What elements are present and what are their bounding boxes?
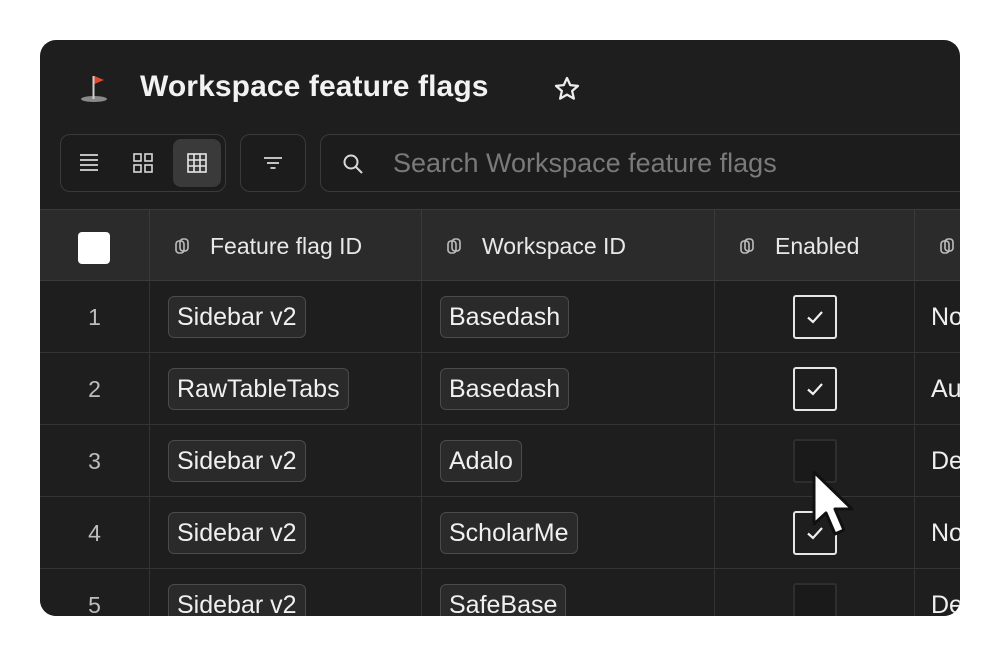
grid-icon: [133, 153, 153, 173]
feature-flag-pill[interactable]: Sidebar v2: [168, 512, 306, 554]
workspace-pill[interactable]: SafeBase: [440, 584, 567, 616]
filter-icon: [264, 157, 282, 169]
column-header-workspace-id[interactable]: Workspace ID: [422, 210, 715, 282]
row-number: 3: [40, 425, 150, 497]
feature-flag-cell[interactable]: Sidebar v2: [150, 497, 422, 569]
search-box: [320, 134, 960, 192]
toolbar: [40, 132, 960, 198]
workspace-cell[interactable]: Adalo: [422, 425, 715, 497]
feature-flag-pill[interactable]: RawTableTabs: [168, 368, 349, 410]
workspace-cell[interactable]: ScholarMe: [422, 497, 715, 569]
relation-icon: [175, 238, 189, 254]
feature-flag-cell[interactable]: Sidebar v2: [150, 281, 422, 353]
relation-icon: [447, 238, 461, 254]
search-icon: [343, 154, 363, 174]
next-value: No: [931, 302, 960, 331]
view-mode-switcher: [60, 134, 226, 192]
star-outline-icon[interactable]: [552, 74, 582, 104]
list-icon: [80, 154, 98, 171]
workspace-cell[interactable]: SafeBase: [422, 569, 715, 616]
enabled-cell[interactable]: [715, 353, 915, 425]
workspace-pill[interactable]: ScholarMe: [440, 512, 578, 554]
table-row[interactable]: 1 Sidebar v2 Basedash No: [40, 281, 960, 353]
select-all-checkbox[interactable]: [78, 232, 110, 264]
feature-flag-cell[interactable]: Sidebar v2: [150, 569, 422, 616]
gallery-view-button[interactable]: [119, 139, 167, 187]
enabled-checkbox[interactable]: [792, 367, 837, 411]
checkmark-icon: [806, 383, 823, 396]
feature-flag-cell[interactable]: Sidebar v2: [150, 425, 422, 497]
workspace-pill[interactable]: Adalo: [440, 440, 522, 482]
next-value: Au: [931, 374, 960, 403]
column-header-feature-flag-id[interactable]: Feature flag ID: [150, 210, 422, 282]
page-title: Workspace feature flags: [140, 70, 489, 103]
feature-flag-pill[interactable]: Sidebar v2: [168, 584, 306, 616]
next-value: No: [931, 518, 960, 547]
workspace-cell[interactable]: Basedash: [422, 353, 715, 425]
relation-icon: [740, 238, 754, 254]
column-label: Workspace ID: [482, 232, 627, 259]
next-cell[interactable]: De: [915, 425, 960, 497]
golf-flag-icon: [81, 76, 107, 102]
list-view-button[interactable]: [65, 139, 113, 187]
data-table: Feature flag ID Workspace ID Enabled 1 S…: [40, 209, 960, 616]
column-label: Enabled: [775, 232, 860, 259]
workspace-pill[interactable]: Basedash: [440, 368, 570, 410]
table-header: Feature flag ID Workspace ID Enabled: [40, 209, 960, 282]
feature-flag-pill[interactable]: Sidebar v2: [168, 296, 306, 338]
feature-flag-pill[interactable]: Sidebar v2: [168, 440, 306, 482]
search-input[interactable]: [393, 145, 953, 181]
next-cell[interactable]: No: [915, 281, 960, 353]
workspace-pill[interactable]: Basedash: [440, 296, 570, 338]
feature-flag-cell[interactable]: RawTableTabs: [150, 353, 422, 425]
column-header-next[interactable]: [915, 210, 960, 282]
enabled-checkbox[interactable]: [792, 295, 837, 339]
column-header-enabled[interactable]: Enabled: [715, 210, 915, 282]
next-value: De: [931, 446, 960, 475]
table-row[interactable]: 2 RawTableTabs Basedash Au: [40, 353, 960, 425]
table-icon: [187, 153, 207, 173]
enabled-cell[interactable]: [715, 281, 915, 353]
app-window: Workspace feature flags Search Workspace…: [40, 40, 960, 616]
relation-icon: [940, 238, 954, 254]
column-label: Feature flag ID: [210, 232, 363, 259]
enabled-checkbox[interactable]: [792, 583, 837, 616]
table-row[interactable]: 5 Sidebar v2 SafeBase De: [40, 569, 960, 616]
filter-button[interactable]: [240, 134, 306, 192]
row-number: 2: [40, 353, 150, 425]
next-cell[interactable]: Au: [915, 353, 960, 425]
mouse-pointer-icon: [812, 470, 854, 536]
workspace-cell[interactable]: Basedash: [422, 281, 715, 353]
row-number: 4: [40, 497, 150, 569]
next-cell[interactable]: De: [915, 569, 960, 617]
table-view-button[interactable]: [173, 139, 221, 187]
row-number: 5: [40, 569, 150, 616]
next-value: De: [931, 590, 960, 617]
enabled-cell[interactable]: [715, 569, 915, 616]
select-all-cell: [40, 210, 150, 282]
row-number: 1: [40, 281, 150, 353]
checkmark-icon: [806, 311, 823, 324]
next-cell[interactable]: No: [915, 497, 960, 569]
title-bar: Workspace feature flags: [40, 40, 960, 136]
